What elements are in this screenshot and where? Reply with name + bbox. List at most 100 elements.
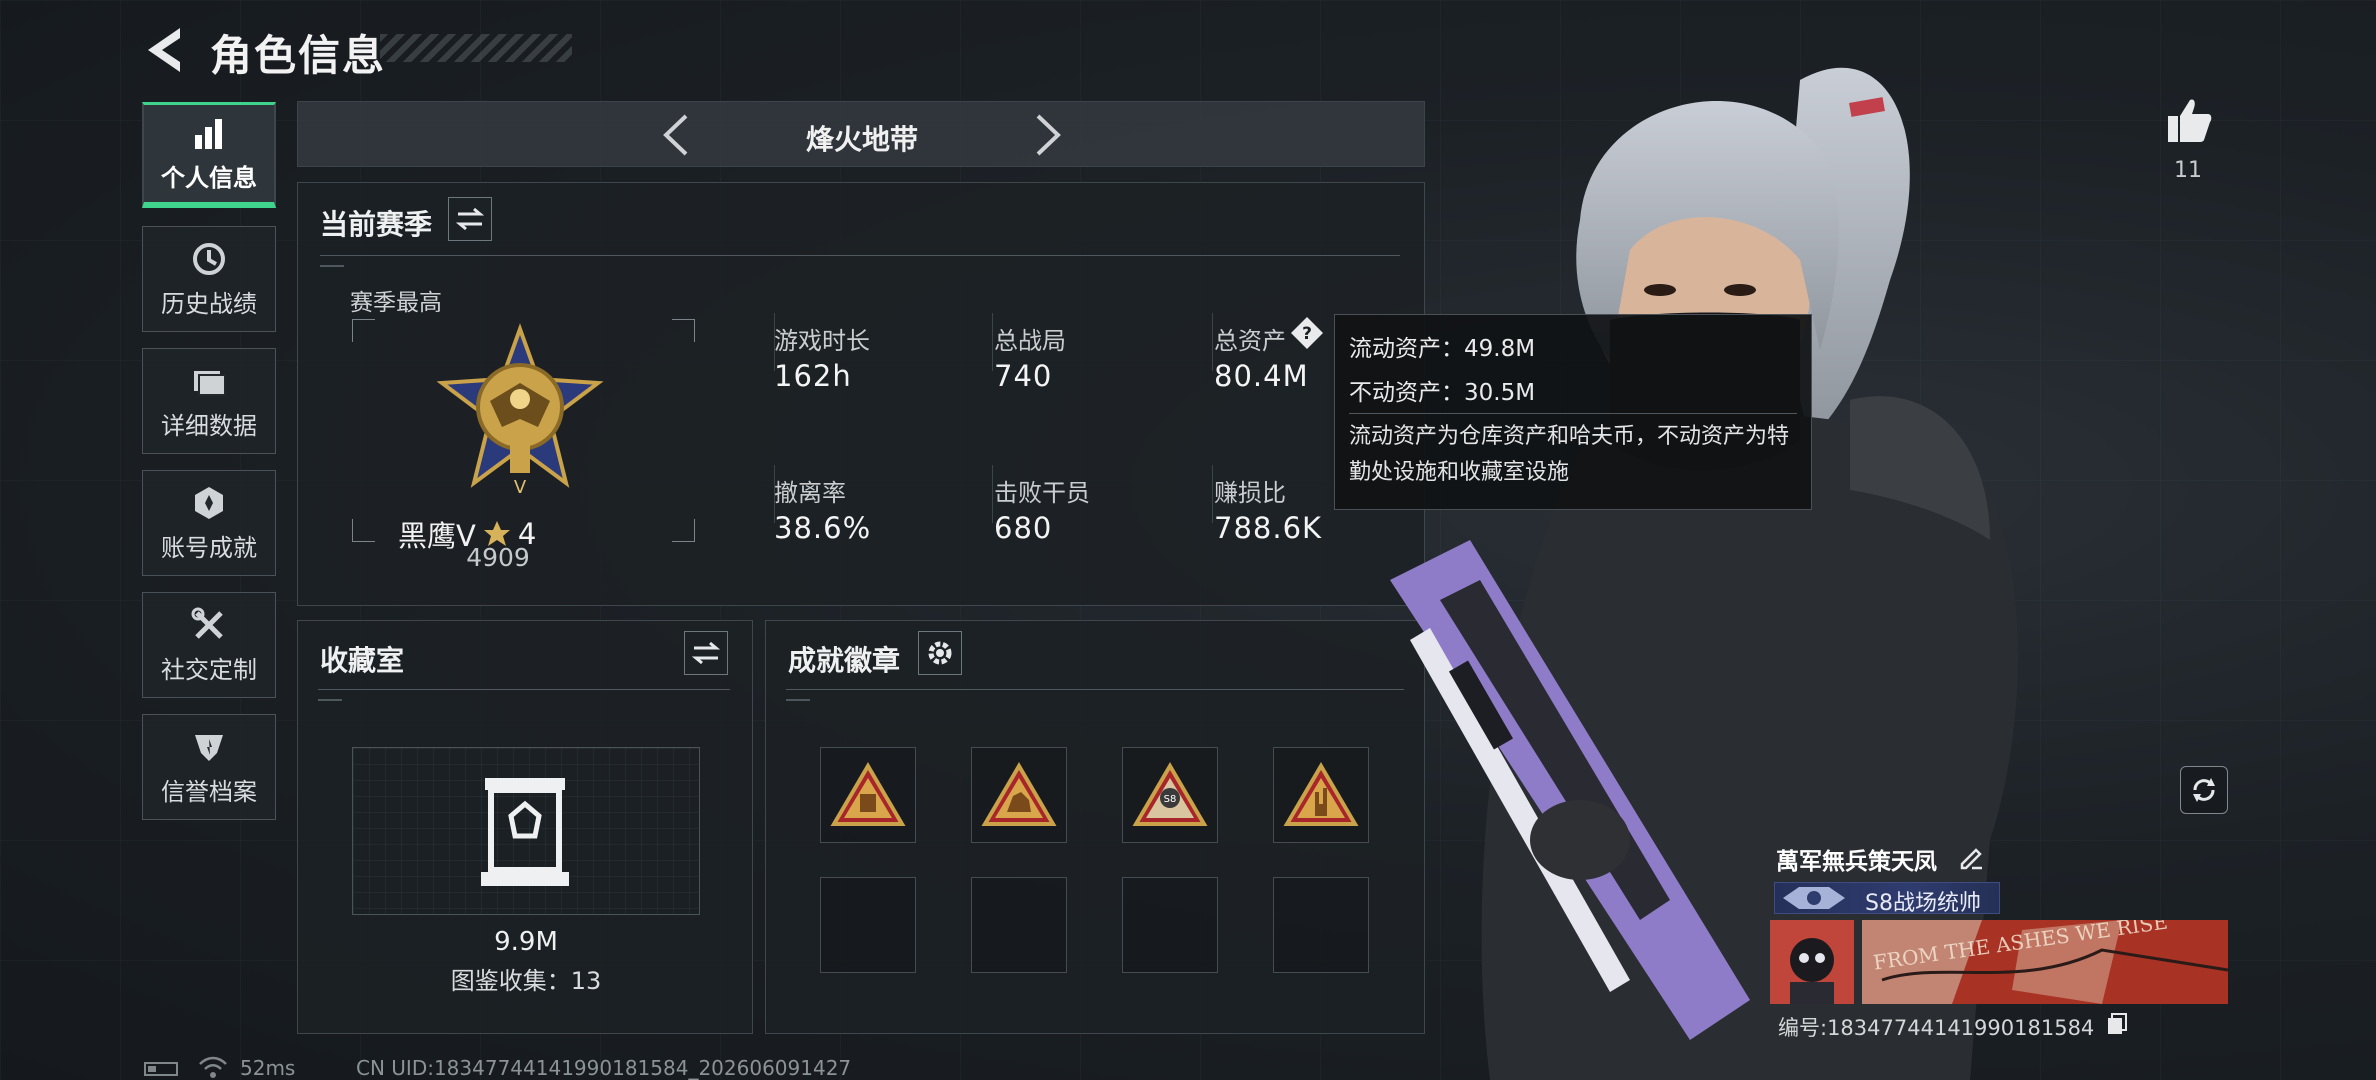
gear-icon: [928, 641, 952, 665]
beast-badge-icon: [981, 762, 1057, 826]
stat-value: 740: [994, 359, 1053, 393]
stat-label: 总战局: [994, 327, 1066, 355]
badge-slot[interactable]: [971, 747, 1067, 843]
divider: [786, 689, 1404, 690]
sidebar-item-label: 个人信息: [161, 164, 257, 192]
svg-text:?: ?: [1302, 324, 1312, 344]
stat-label: 总资产: [1214, 327, 1286, 355]
tooltip-liquid-assets: 流动资产：49.8M: [1349, 336, 1536, 362]
season-panel: 当前赛季 赛季最高 V 黑鹰V 4 4909 游戏时长 162h 总战局 740…: [297, 182, 1425, 606]
decor-tick: [318, 699, 342, 701]
swap-icon: [456, 207, 484, 231]
sidebar-item-detail-data[interactable]: 详细数据: [142, 348, 276, 454]
frame-corner: [672, 319, 695, 342]
player-banner[interactable]: FROM THE ASHES WE RISE: [1862, 920, 2228, 1004]
page-title: 角色信息: [210, 31, 387, 80]
s8-badge-icon: S8: [1132, 762, 1208, 826]
badges-title: 成就徽章: [788, 644, 901, 677]
back-arrow-icon[interactable]: [140, 24, 190, 76]
sidebar-item-history[interactable]: 历史战绩: [142, 226, 276, 332]
badges-panel: 成就徽章 S8: [765, 620, 1425, 1034]
folder-icon: [190, 362, 228, 400]
sidebar-item-personal-info[interactable]: 个人信息: [142, 102, 276, 208]
decor-tick: [320, 265, 344, 267]
collection-panel: 收藏室 9.9M 图鉴收集：13: [297, 620, 753, 1034]
refresh-icon: [2193, 778, 2215, 802]
divider: [992, 465, 993, 523]
svg-text:V: V: [514, 477, 527, 498]
frame-corner: [352, 519, 375, 542]
edit-pencil-icon[interactable]: [1958, 844, 1984, 870]
player-name: 萬军無兵策天凤: [1776, 849, 1937, 875]
stat-label: 击败干员: [994, 479, 1090, 507]
player-title-text: S8战场统帅: [1865, 891, 1981, 916]
stat-value: 38.6%: [774, 511, 872, 545]
stat-label: 赚损比: [1214, 479, 1286, 507]
divider: [318, 689, 730, 690]
stat-label: 撤离率: [774, 479, 846, 507]
avatar-image: [1770, 920, 1854, 1004]
chevron-right-icon[interactable]: [1028, 110, 1068, 160]
refresh-button[interactable]: [2180, 766, 2228, 814]
rank-emblem-icon: V: [436, 323, 604, 498]
collection-count: 图鉴收集：13: [450, 967, 602, 995]
collection-value: 9.9M: [494, 927, 558, 957]
clock-history-icon: [190, 240, 228, 278]
battery-icon: [144, 1062, 178, 1076]
tools-icon: [190, 606, 228, 644]
ping-text: 52ms: [240, 1056, 296, 1080]
stat-value: 788.6K: [1214, 511, 1323, 545]
stat-value: 680: [994, 511, 1053, 545]
badge-slot-empty[interactable]: [1122, 877, 1218, 973]
sidebar-item-achievements[interactable]: 账号成就: [142, 470, 276, 576]
swap-season-button[interactable]: [448, 197, 492, 241]
season-best-label: 赛季最高: [350, 290, 442, 316]
tooltip-description: 流动资产为仓库资产和哈夫币，不动资产为特勤处设施和收藏室设施: [1349, 424, 1790, 485]
cn-uid-text: CN UID:1834774414199018​1584_20260609142…: [356, 1056, 852, 1080]
avatar[interactable]: [1770, 920, 1854, 1004]
sidebar-item-label: 信誉档案: [161, 777, 257, 806]
crate-badge-icon: [830, 762, 906, 826]
frame-corner: [672, 519, 695, 542]
stat-value: 162h: [774, 359, 852, 393]
mode-selector: 烽火地带: [297, 101, 1425, 167]
shield-star-icon: [190, 728, 228, 766]
vault-icon: [481, 778, 569, 886]
rank-score: 4909: [466, 543, 530, 572]
collection-preview[interactable]: [352, 747, 700, 915]
divider: [1212, 313, 1213, 371]
sidebar-item-social-custom[interactable]: 社交定制: [142, 592, 276, 698]
swap-collection-button[interactable]: [684, 631, 728, 675]
divider: [1212, 465, 1213, 523]
like-count: 11: [2174, 158, 2202, 183]
copy-icon[interactable]: [2106, 1012, 2128, 1036]
title-decoration: [380, 34, 572, 62]
title-emblem-icon: [1783, 887, 1845, 909]
stat-value: 80.4M: [1214, 359, 1309, 393]
sidebar-item-credit-record[interactable]: 信誉档案: [142, 714, 276, 820]
player-uid: 编号:183477441419901815​84: [1778, 1016, 2095, 1040]
sidebar-item-label: 历史战绩: [161, 289, 257, 318]
badge-slot[interactable]: S8: [1122, 747, 1218, 843]
thumbs-up-icon[interactable]: [2164, 96, 2214, 146]
swap-icon: [692, 641, 720, 665]
badge-slot[interactable]: [820, 747, 916, 843]
divider: [992, 313, 993, 371]
asset-tooltip: 流动资产：49.8M 不动资产：30.5M 流动资产为仓库资产和哈夫币，不动资产…: [1334, 314, 1812, 510]
season-title: 当前赛季: [320, 208, 433, 241]
decor-tick: [786, 699, 810, 701]
help-question-icon[interactable]: ?: [1290, 316, 1324, 350]
frame-corner: [352, 319, 375, 342]
sidebar-item-label: 社交定制: [161, 655, 257, 684]
sidebar-item-label: 详细数据: [161, 411, 257, 440]
mode-title: 烽火地带: [805, 123, 918, 156]
wifi-icon: [199, 1056, 227, 1078]
tooltip-fixed-assets: 不动资产：30.5M: [1349, 380, 1536, 406]
badge-slot-empty[interactable]: [971, 877, 1067, 973]
player-title-badge[interactable]: S8战场统帅: [1774, 882, 2000, 916]
medal-icon: [190, 484, 228, 522]
sidebar-item-label: 账号成就: [161, 533, 257, 562]
badge-slot-empty[interactable]: [820, 877, 916, 973]
badge-settings-button[interactable]: [918, 631, 962, 675]
divider: [1349, 413, 1797, 414]
